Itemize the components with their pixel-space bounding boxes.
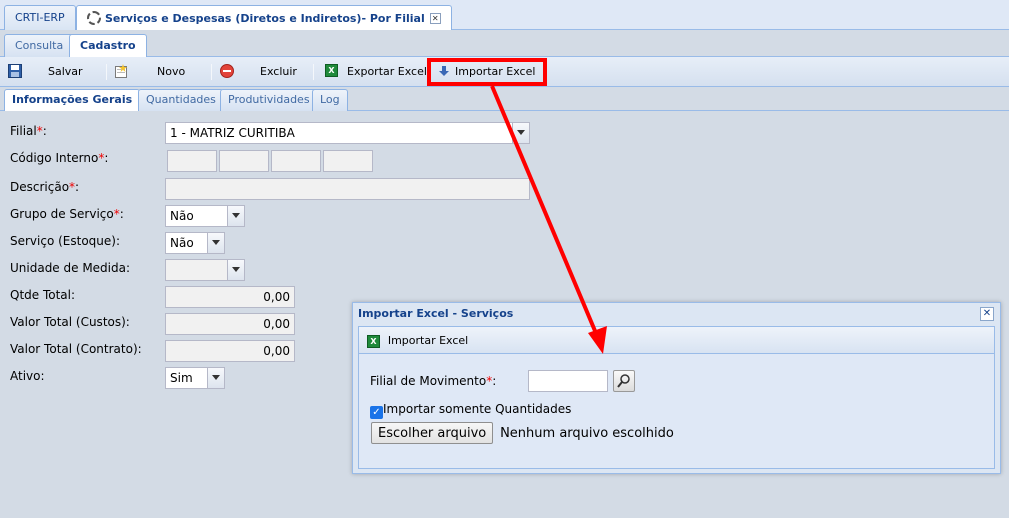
filial-movimento-label: Filial de Movimento*: — [370, 374, 497, 388]
valor-contrato-field[interactable]: 0,00 — [165, 340, 295, 362]
search-icon — [617, 374, 630, 388]
ativo-value: Sim — [170, 371, 193, 385]
tab-label: Produtividades — [228, 93, 310, 106]
toolbar-separator — [313, 64, 314, 80]
tab-quantidades[interactable]: Quantidades — [138, 89, 224, 111]
form-tab-strip: Informações Gerais Quantidades Produtivi… — [0, 87, 1009, 111]
app-tab-crti-erp[interactable]: CRTI-ERP — [4, 5, 76, 30]
app-tab-strip: CRTI-ERP Serviços e Despesas (Diretos e … — [0, 0, 1009, 31]
filial-label: Filial*: — [10, 124, 47, 138]
new-document-icon — [115, 64, 127, 78]
toolbar-separator — [211, 64, 212, 80]
toolbar-separator — [106, 64, 107, 80]
filial-value: 1 - MATRIZ CURITIBA — [170, 126, 295, 140]
chevron-down-icon[interactable] — [512, 123, 529, 143]
checkbox-label: Importar somente Quantidades — [383, 402, 572, 416]
close-tab-icon[interactable]: ✕ — [429, 13, 441, 24]
export-excel-button[interactable]: X Exportar Excel — [325, 63, 427, 81]
tab-informacoes-gerais[interactable]: Informações Gerais — [4, 89, 141, 111]
servico-estoque-label: Serviço (Estoque): — [10, 234, 121, 248]
export-label: Exportar Excel — [347, 65, 427, 78]
tab-cadastro[interactable]: Cadastro — [69, 34, 147, 57]
excel-icon: X — [325, 64, 338, 77]
delete-button[interactable]: Excluir — [220, 63, 300, 81]
unidade-medida-select[interactable] — [165, 259, 245, 281]
floppy-disk-icon — [8, 64, 22, 78]
ativo-label: Ativo: — [10, 369, 45, 383]
unidade-medida-label: Unidade de Medida: — [10, 261, 131, 275]
codigo-interno-field-3[interactable] — [271, 150, 321, 172]
mode-tab-strip: Consulta Cadastro — [0, 30, 1009, 57]
delete-icon — [220, 64, 234, 78]
chevron-down-icon[interactable] — [207, 368, 224, 388]
chevron-down-icon[interactable] — [207, 233, 224, 253]
importar-quantidades-option[interactable]: ✓ Importar somente Quantidades — [370, 402, 571, 419]
qtde-total-field[interactable]: 0,00 — [165, 286, 295, 308]
grupo-servico-value: Não — [170, 209, 194, 223]
app-tab-label: Serviços e Despesas (Diretos e Indiretos… — [105, 12, 425, 25]
module-logo-icon — [87, 11, 101, 25]
chevron-down-icon[interactable] — [227, 260, 244, 280]
qtde-total-label: Qtde Total: — [10, 288, 76, 302]
dialog-body: X Importar Excel Filial de Movimento*: ✓… — [358, 326, 995, 469]
dialog-title: Importar Excel - Serviços — [358, 307, 514, 320]
search-button[interactable] — [613, 370, 635, 392]
save-label: Salvar — [48, 65, 83, 78]
choose-file-button[interactable]: Escolher arquivo — [371, 422, 494, 444]
file-status-text: Nenhum arquivo escolhido — [500, 426, 674, 441]
app-tab-label: CRTI-ERP — [15, 11, 65, 24]
codigo-interno-field-2[interactable] — [219, 150, 269, 172]
tab-label: Quantidades — [146, 93, 216, 106]
chevron-down-icon[interactable] — [227, 206, 244, 226]
filial-movimento-input[interactable] — [528, 370, 608, 392]
import-excel-action[interactable]: X Importar Excel — [367, 333, 468, 349]
grupo-servico-select[interactable]: Não — [165, 205, 245, 227]
codigo-interno-label: Código Interno*: — [10, 151, 109, 165]
tab-consulta[interactable]: Consulta — [4, 34, 75, 57]
checkbox-checked-icon[interactable]: ✓ — [370, 406, 383, 419]
codigo-interno-field-4[interactable] — [323, 150, 373, 172]
codigo-interno-field-1[interactable] — [167, 150, 217, 172]
new-label: Novo — [157, 65, 186, 78]
save-button[interactable]: Salvar — [8, 63, 88, 81]
close-icon[interactable]: ✕ — [980, 307, 994, 321]
new-button[interactable]: Novo — [114, 63, 194, 81]
ativo-select[interactable]: Sim — [165, 367, 225, 389]
dialog-toolbar: X Importar Excel — [359, 327, 994, 354]
import-excel-dialog: Importar Excel - Serviços ✕ X Importar E… — [352, 302, 1001, 474]
tab-label: Informações Gerais — [12, 93, 133, 106]
valor-custos-label: Valor Total (Custos): — [10, 315, 130, 329]
file-picker: Escolher arquivo Nenhum arquivo escolhid… — [371, 422, 674, 444]
tab-log[interactable]: Log — [312, 89, 348, 111]
dialog-form-panel: Filial de Movimento*: ✓ Importar somente … — [359, 354, 994, 468]
tab-produtividades[interactable]: Produtividades — [220, 89, 318, 111]
tab-label: Cadastro — [80, 39, 136, 52]
valor-contrato-label: Valor Total (Contrato): — [10, 342, 142, 356]
filial-select[interactable]: 1 - MATRIZ CURITIBA — [165, 122, 530, 144]
delete-label: Excluir — [260, 65, 297, 78]
descricao-label: Descrição*: — [10, 180, 80, 194]
descricao-field[interactable] — [165, 178, 530, 200]
servico-estoque-select[interactable]: Não — [165, 232, 225, 254]
highlight-annotation — [427, 58, 547, 86]
import-action-label: Importar Excel — [387, 334, 469, 347]
valor-custos-field[interactable]: 0,00 — [165, 313, 295, 335]
tab-label: Log — [320, 93, 340, 106]
servico-estoque-value: Não — [170, 236, 194, 250]
excel-icon: X — [367, 335, 380, 348]
tab-label: Consulta — [15, 39, 64, 52]
grupo-servico-label: Grupo de Serviço*: — [10, 207, 124, 221]
app-tab-servicos-despesas[interactable]: Serviços e Despesas (Diretos e Indiretos… — [76, 5, 452, 31]
